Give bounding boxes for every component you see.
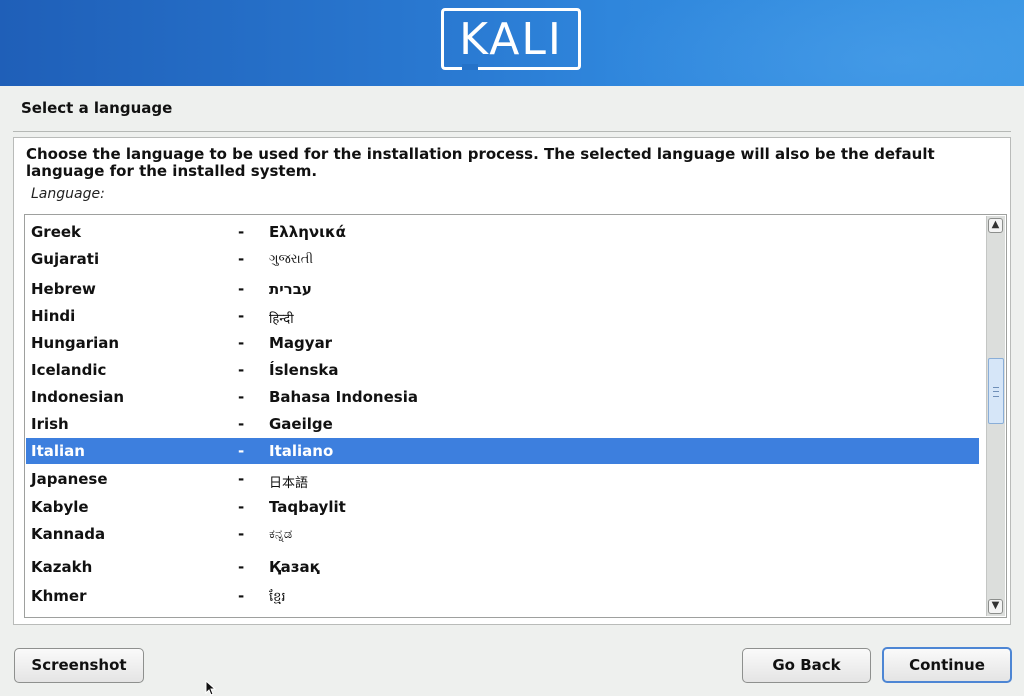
language-name: Indonesian (31, 388, 125, 406)
language-native-name: 日本語 (269, 476, 309, 491)
language-native-name: Íslenska (269, 361, 339, 379)
language-name: Greek (31, 223, 82, 241)
language-row[interactable]: Kabyle - Taqbaylit (26, 494, 979, 520)
language-name: Khmer (31, 587, 87, 605)
kali-banner: KALI (0, 0, 1024, 86)
language-name: Gujarati (31, 250, 100, 268)
language-row[interactable]: Hebrew - עברית (26, 276, 979, 302)
language-name: Irish (31, 415, 69, 433)
language-native-name: Italiano (269, 442, 334, 460)
scroll-up-button[interactable]: ▲ (988, 218, 1003, 233)
description-text: Choose the language to be used for the i… (26, 145, 935, 180)
logo-notch (462, 64, 478, 70)
language-separator: - (238, 307, 245, 325)
language-native-name: Қазақ (269, 558, 320, 576)
language-separator: - (238, 415, 245, 433)
language-row[interactable]: Hungarian - Magyar (26, 330, 979, 356)
language-native-name: עברית (269, 280, 312, 298)
kali-logo: KALI (441, 8, 581, 70)
language-name: Hebrew (31, 280, 96, 298)
language-separator: - (238, 442, 245, 460)
scroll-down-button[interactable]: ▼ (988, 599, 1003, 614)
language-row[interactable]: Italian - Italiano (26, 438, 979, 464)
language-row[interactable]: Kannada - ಕನ್ನಡ (26, 521, 979, 547)
language-row[interactable]: Icelandic - Íslenska (26, 357, 979, 383)
language-native-name: Bahasa Indonesia (269, 388, 418, 406)
mouse-pointer-icon (205, 680, 217, 696)
language-panel: Choose the language to be used for the i… (13, 137, 1011, 625)
list-scrollbar[interactable]: ▲ ▼ (986, 216, 1005, 616)
language-row[interactable]: Japanese - 日本語 (26, 466, 979, 492)
scroll-thumb[interactable] (988, 358, 1004, 424)
language-native-name: Taqbaylit (269, 498, 346, 516)
chevron-up-icon: ▲ (991, 219, 1000, 230)
language-separator: - (238, 498, 245, 516)
language-row[interactable]: Gujarati - ગુજરાતી (26, 246, 979, 272)
language-separator: - (238, 587, 245, 605)
language-row[interactable]: Kazakh - Қазақ (26, 554, 979, 580)
language-name: Icelandic (31, 361, 107, 379)
continue-button[interactable]: Continue (882, 647, 1012, 683)
language-name: Hungarian (31, 334, 120, 352)
language-row[interactable]: Greek - Ελληνικά (26, 219, 979, 245)
language-field-label: Language: (31, 186, 105, 202)
language-separator: - (238, 470, 245, 488)
language-row[interactable]: Indonesian - Bahasa Indonesia (26, 384, 979, 410)
language-name: Hindi (31, 307, 76, 325)
page-title: Select a language (21, 99, 173, 117)
language-native-name: ಕನ್ನಡ (269, 527, 293, 542)
language-row[interactable]: Hindi - हिन्दी (26, 303, 979, 329)
language-name: Italian (31, 442, 85, 460)
grip-icon (993, 387, 999, 397)
language-name: Japanese (31, 470, 108, 488)
language-separator: - (238, 558, 245, 576)
language-separator: - (238, 250, 245, 268)
language-native-name: हिन्दी (269, 312, 294, 327)
language-row[interactable]: Irish - Gaeilge (26, 411, 979, 437)
language-row[interactable]: Khmer - ខ្មែរ (26, 583, 979, 609)
language-native-name: Gaeilge (269, 415, 333, 433)
screenshot-button[interactable]: Screenshot (14, 648, 144, 683)
title-divider (13, 131, 1011, 132)
language-separator: - (238, 334, 245, 352)
language-separator: - (238, 223, 245, 241)
language-separator: - (238, 280, 245, 298)
language-name: Kannada (31, 525, 106, 543)
language-separator: - (238, 388, 245, 406)
go-back-button[interactable]: Go Back (742, 648, 871, 683)
language-native-name: Magyar (269, 334, 333, 352)
language-name: Kazakh (31, 558, 93, 576)
language-native-name: ខ្មែរ (269, 590, 286, 605)
language-name: Kabyle (31, 498, 89, 516)
language-separator: - (238, 361, 245, 379)
language-separator: - (238, 525, 245, 543)
language-list[interactable]: Greek - Ελληνικά Gujarati - ગુજરાતી Hebrew - עבר… (24, 214, 1007, 618)
kali-logo-text: KALI (459, 14, 563, 65)
chevron-down-icon: ▼ (991, 600, 1000, 611)
language-native-name: Ελληνικά (269, 223, 346, 241)
language-native-name: ગુજરાતી (269, 252, 314, 267)
